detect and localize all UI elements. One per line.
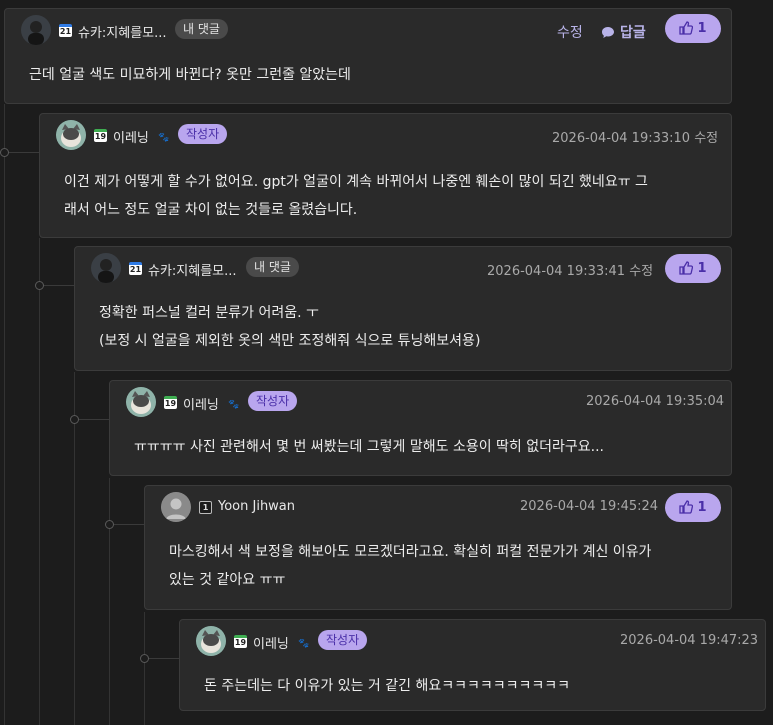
comment-text-line: 정확한 퍼스널 컬러 분류가 어려움. ㅜ xyxy=(99,305,319,321)
comment-header: 21 슈카:지혜를모... 내 댓글 2026-04-04 19:33:41 수… xyxy=(75,247,731,287)
thread-dot xyxy=(105,520,114,529)
comment-text-line: 돈 주는데는 다 이유가 있는 거 같긴 해요ㅋㅋㅋㅋㅋㅋㅋㅋㅋㅋ xyxy=(204,678,571,694)
comment-header: 1 Yoon Jihwan 2026-04-04 19:45:24 1 xyxy=(145,486,731,526)
comment-text-line: 근데 얼굴 색도 미묘하게 바뀐다? 옷만 그런줄 알았는데 xyxy=(29,67,351,83)
thread-line xyxy=(4,104,5,725)
avatar[interactable] xyxy=(161,492,191,522)
comment-body: 정확한 퍼스널 컬러 분류가 어려움. ㅜ (보정 시 얼굴을 제외한 옷의 색… xyxy=(99,299,480,355)
nickname[interactable]: 슈카:지혜를모... xyxy=(78,22,167,41)
my-comment-badge: 내 댓글 xyxy=(246,257,299,277)
avatar[interactable] xyxy=(91,253,121,283)
like-button[interactable]: 1 xyxy=(665,14,721,43)
comment-body: 근데 얼굴 색도 미묘하게 바뀐다? 옷만 그런줄 알았는데 xyxy=(29,61,351,89)
comment: 19 이레닝 🐾 작성자 2026-04-04 19:47:23 돈 주는데는 … xyxy=(179,619,766,711)
thread-dot xyxy=(35,281,44,290)
comment-body: 마스킹해서 색 보정을 해보아도 모르겠더라고요. 확실히 퍼컬 전문가가 계신… xyxy=(169,538,651,594)
nickname[interactable]: 이레닝 xyxy=(253,633,289,652)
timestamp: 2026-04-04 19:33:41 xyxy=(487,264,626,279)
comment-text-line: 래서 어느 정도 얼굴 차이 없는 것들로 올렸습니다. xyxy=(64,202,358,218)
comment-meta: 2026-04-04 19:33:41 수정 xyxy=(487,260,653,279)
author-badge: 작성자 xyxy=(248,391,298,411)
nickname[interactable]: 이레닝 xyxy=(183,394,219,413)
thumbs-up-icon xyxy=(679,500,694,514)
timestamp: 2026-04-04 19:45:24 xyxy=(520,499,659,514)
level-icon: 19 xyxy=(234,635,247,648)
comment-text-line: (보정 시 얼굴을 제외한 옷의 색만 조정해줘 식으로 튜닝해보셔용) xyxy=(99,333,481,349)
thread-line xyxy=(39,238,40,725)
thread-dot xyxy=(70,415,79,424)
comment-meta: 2026-04-04 19:33:10 수정 xyxy=(552,127,718,146)
level-icon: 21 xyxy=(59,24,72,37)
comment-body: 이건 제가 어떻게 할 수가 없어요. gpt가 얼굴이 계속 바뀌어서 나중엔… xyxy=(64,168,648,224)
like-count: 1 xyxy=(697,21,707,36)
edit-button[interactable]: 수정 xyxy=(557,22,583,42)
author-badge: 작성자 xyxy=(318,630,368,650)
comment-header: 19 이레닝 🐾 작성자 2026-04-04 19:47:23 xyxy=(180,620,765,660)
avatar[interactable] xyxy=(56,120,86,150)
thumbs-up-icon xyxy=(679,21,694,35)
comment-body: 돈 주는데는 다 이유가 있는 거 같긴 해요ㅋㅋㅋㅋㅋㅋㅋㅋㅋㅋ xyxy=(204,672,570,700)
comment-text-line: ㅠㅠㅠㅠ 사진 관련해서 몇 번 써봤는데 그렇게 말해도 소용이 딱히 없더라… xyxy=(134,439,605,455)
thread-dot xyxy=(140,654,149,663)
thread-line xyxy=(74,372,75,725)
level-icon: 19 xyxy=(164,396,177,409)
paw-icon: 🐾 xyxy=(298,639,310,649)
like-button[interactable]: 1 xyxy=(665,493,721,522)
nickname[interactable]: Yoon Jihwan xyxy=(218,499,295,514)
thread-connector xyxy=(39,285,75,286)
thread-line xyxy=(144,612,145,725)
comment-header: 19 이레닝 🐾 작성자 2026-04-04 19:35:04 xyxy=(110,381,731,421)
paw-icon: 🐾 xyxy=(158,133,170,143)
level-icon: 1 xyxy=(199,501,212,514)
thread-connector xyxy=(109,524,145,525)
thumbs-up-icon xyxy=(679,261,694,275)
timestamp: 2026-04-04 19:47:23 xyxy=(620,633,759,648)
author-badge: 작성자 xyxy=(178,124,228,144)
edit-button[interactable]: 수정 xyxy=(694,131,718,146)
edit-button[interactable]: 수정 xyxy=(629,264,653,279)
comment-text-line: 이건 제가 어떻게 할 수가 없어요. gpt가 얼굴이 계속 바뀌어서 나중엔… xyxy=(64,174,648,190)
comment: 21 슈카:지혜를모... 내 댓글 2026-04-04 19:33:41 수… xyxy=(74,246,732,371)
avatar[interactable] xyxy=(196,626,226,656)
paw-icon: 🐾 xyxy=(228,400,240,410)
reply-button[interactable]: 답글 xyxy=(601,22,646,42)
reply-label: 답글 xyxy=(620,25,646,41)
nickname[interactable]: 이레닝 xyxy=(113,127,149,146)
comment: 21 슈카:지혜를모... 내 댓글 수정 답글 1 근데 얼굴 색도 미묘하게… xyxy=(4,8,732,104)
comment: 19 이레닝 🐾 작성자 2026-04-04 19:35:04 ㅠㅠㅠㅠ 사진… xyxy=(109,380,732,476)
level-icon: 21 xyxy=(129,262,142,275)
thread-connector xyxy=(74,419,110,420)
avatar[interactable] xyxy=(126,387,156,417)
like-button[interactable]: 1 xyxy=(665,254,721,283)
comment: 1 Yoon Jihwan 2026-04-04 19:45:24 1 마스킹해… xyxy=(144,485,732,610)
thread-connector xyxy=(4,152,40,153)
thread-dot xyxy=(0,148,9,157)
comment-body: ㅠㅠㅠㅠ 사진 관련해서 몇 번 써봤는데 그렇게 말해도 소용이 딱히 없더라… xyxy=(134,433,604,461)
nickname[interactable]: 슈카:지혜를모... xyxy=(148,260,237,279)
timestamp: 2026-04-04 19:33:10 xyxy=(552,131,691,146)
like-count: 1 xyxy=(697,500,707,515)
comment-text-line: 있는 것 같아요 ㅠㅠ xyxy=(169,572,286,588)
my-comment-badge: 내 댓글 xyxy=(175,19,228,39)
comment-header: 21 슈카:지혜를모... 내 댓글 수정 답글 1 xyxy=(5,9,731,49)
timestamp: 2026-04-04 19:35:04 xyxy=(586,394,725,409)
comment: 19 이레닝 🐾 작성자 2026-04-04 19:33:10 수정 이건 제… xyxy=(39,113,732,238)
avatar[interactable] xyxy=(21,15,51,45)
comment-header: 19 이레닝 🐾 작성자 2026-04-04 19:33:10 수정 xyxy=(40,114,731,154)
comment-icon xyxy=(602,27,614,38)
thread-connector xyxy=(144,658,180,659)
comment-text-line: 마스킹해서 색 보정을 해보아도 모르겠더라고요. 확실히 퍼컬 전문가가 계신… xyxy=(169,544,652,560)
level-icon: 19 xyxy=(94,129,107,142)
like-count: 1 xyxy=(697,261,707,276)
thread-line xyxy=(109,478,110,725)
